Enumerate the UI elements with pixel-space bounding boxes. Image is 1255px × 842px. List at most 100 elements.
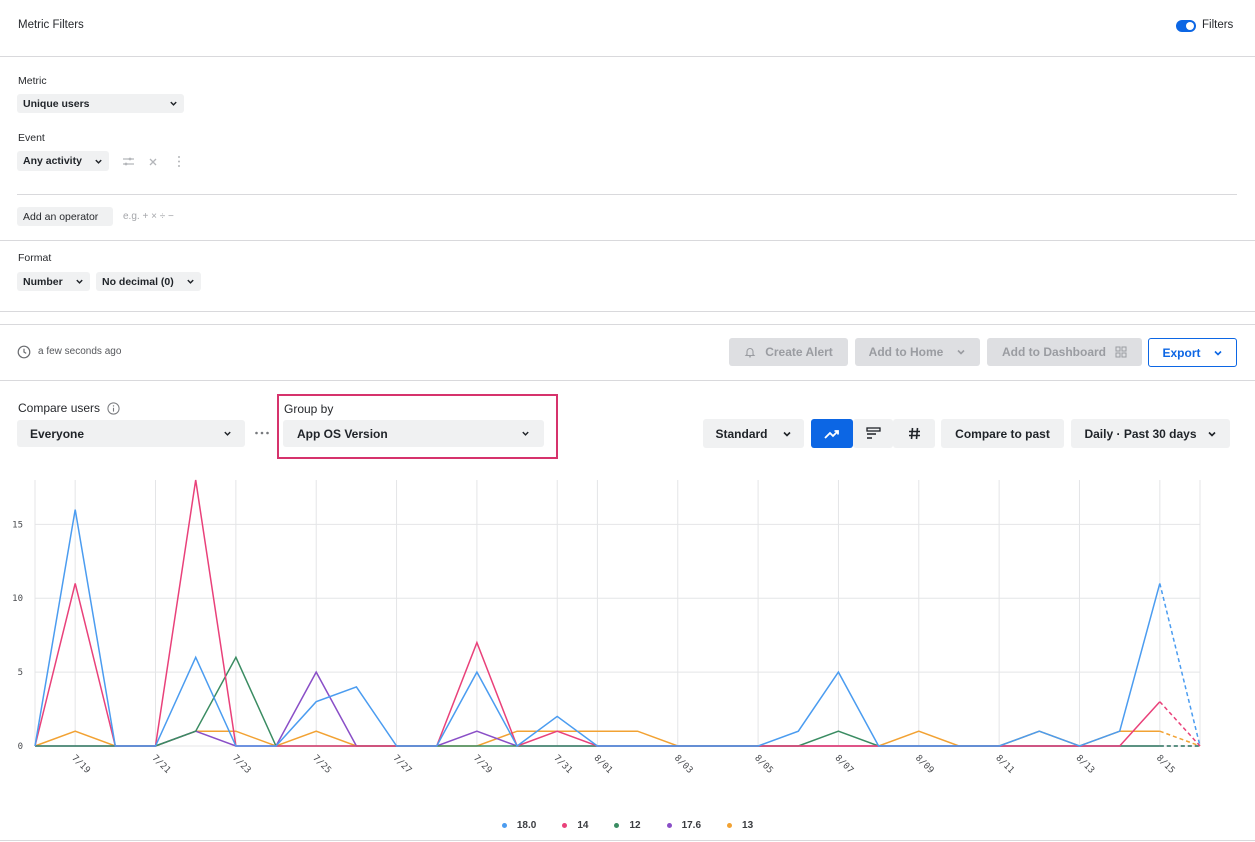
divider [0,324,1255,325]
legend-item[interactable]: 18.0 [501,820,537,831]
chevron-down-icon [95,159,102,164]
compare-users-label: Compare users [18,401,120,415]
add-operator-button[interactable]: Add an operator [17,207,113,226]
divider [0,380,1255,381]
metric-value: Unique users [23,97,90,110]
bar-chart-view-button[interactable] [853,419,893,448]
y-tick-label: 0 [18,742,23,752]
compare-users-value: Everyone [30,426,85,441]
last-updated: a few seconds ago [38,346,122,357]
legend-item[interactable]: 13 [727,820,753,831]
divider [17,194,1237,195]
info-icon[interactable] [107,401,120,415]
divider [0,56,1255,57]
date-range-dropdown[interactable]: Daily · Past 30 days [1071,419,1230,448]
legend-color-dot [501,823,507,828]
mode-value: Standard [715,426,768,441]
bell-plus-icon [744,348,756,358]
create-alert-button[interactable]: Create Alert [729,338,848,366]
add-to-home-label: Add to Home [868,345,944,359]
legend-item[interactable]: 12 [614,820,641,831]
x-axis: 7/19 7/21 7/23 7/25 7/27 7/29 7/31 8/01 8/03 8/05… [69,753,1176,775]
metric-view-button[interactable] [893,419,935,448]
x-tick-label: 7/27 [391,753,413,775]
legend-color-dot [562,823,568,828]
x-tick-label: 7/25 [310,753,332,775]
y-tick-label: 15 [12,520,23,530]
chevron-down-icon [1207,431,1216,437]
x-tick-label: 7/29 [471,753,493,775]
divider [0,240,1255,241]
chevron-down-icon [170,101,177,106]
compare-users-dropdown[interactable]: Everyone [17,420,245,447]
legend-label: 12 [629,820,641,831]
export-button[interactable]: Export [1148,338,1237,367]
mode-dropdown[interactable]: Standard [703,419,804,448]
legend-item[interactable]: 14 [562,820,588,831]
toggle-knob [1186,22,1194,30]
legend-label: 18.0 [516,820,537,831]
clock-icon [17,345,31,359]
x-tick-label: 8/11 [993,753,1015,775]
format-label: Format [18,252,52,264]
chevron-down-icon [522,431,529,436]
x-tick-label: 7/21 [150,753,172,775]
dashboard-grid-icon [1115,346,1127,358]
chevron-down-icon [1213,350,1222,356]
more-horizontal-icon[interactable] [254,430,270,436]
metric-label: Metric [18,75,47,87]
compare-users-text: Compare users [18,401,101,415]
legend-color-dot [727,823,733,828]
date-range-value: Daily · Past 30 days [1084,426,1197,441]
legend-color-dot [614,823,620,828]
filters-toggle-label: Filters [1202,19,1234,31]
event-label: Event [18,132,45,144]
line-chart: 0 5 10 15 7/19 7/21 7/23 7/25 7/27 7/29 7/31 8/01 8… [12,479,1201,776]
x-tick-label: 7/23 [230,753,252,775]
x-tick-label: 8/09 [913,753,935,775]
bar-chart-icon [865,427,881,439]
add-to-dashboard-button[interactable]: Add to Dashboard [987,338,1142,366]
x-tick-label: 8/01 [592,753,614,775]
trending-up-icon [824,429,839,439]
chevron-down-icon [957,349,965,355]
x-tick-label: 8/13 [1074,753,1096,775]
chevron-down-icon [782,431,791,437]
legend-label: 13 [742,820,754,831]
legend-label: 14 [577,820,589,831]
group-by-dropdown[interactable]: App OS Version [283,420,544,447]
line-chart-view-button[interactable] [811,419,853,448]
chevron-down-icon [187,279,194,284]
hash-icon [908,427,920,440]
metric-dropdown[interactable]: Unique users [17,94,184,113]
chart-legend: 18.0 14 12 17.6 13 [0,815,1255,833]
panel-title: Metric Filters [18,19,84,31]
number-format-dropdown[interactable]: Number [17,272,90,291]
decimal-format-dropdown[interactable]: No decimal (0) [96,272,201,291]
operator-hint: e.g. + × ÷ − [123,211,174,222]
add-to-dashboard-label: Add to Dashboard [1002,345,1106,359]
x-tick-label: 7/31 [551,753,573,775]
chart-series [34,479,1201,748]
add-operator-label: Add an operator [23,210,99,223]
filters-toggle[interactable] [1176,20,1196,32]
y-tick-label: 10 [12,594,23,604]
filter-sliders-icon[interactable] [122,156,135,167]
divider [0,840,1255,841]
add-to-home-button[interactable]: Add to Home [855,338,980,366]
compare-to-past-button[interactable]: Compare to past [941,419,1064,448]
more-vertical-icon[interactable] [176,155,182,168]
event-value: Any activity [23,155,82,167]
close-icon[interactable] [148,157,158,167]
y-axis: 0 5 10 15 [12,520,23,752]
y-tick-label: 5 [18,668,23,678]
event-dropdown[interactable]: Any activity [17,151,109,171]
chevron-down-icon [76,279,83,284]
decimal-format-value: No decimal (0) [102,275,174,288]
series-line-incomplete-18.0 [1159,583,1201,747]
create-alert-label: Create Alert [765,345,833,359]
legend-color-dot [666,823,672,828]
number-format-value: Number [23,275,63,288]
compare-to-past-label: Compare to past [955,426,1050,441]
legend-item[interactable]: 17.6 [666,820,701,831]
